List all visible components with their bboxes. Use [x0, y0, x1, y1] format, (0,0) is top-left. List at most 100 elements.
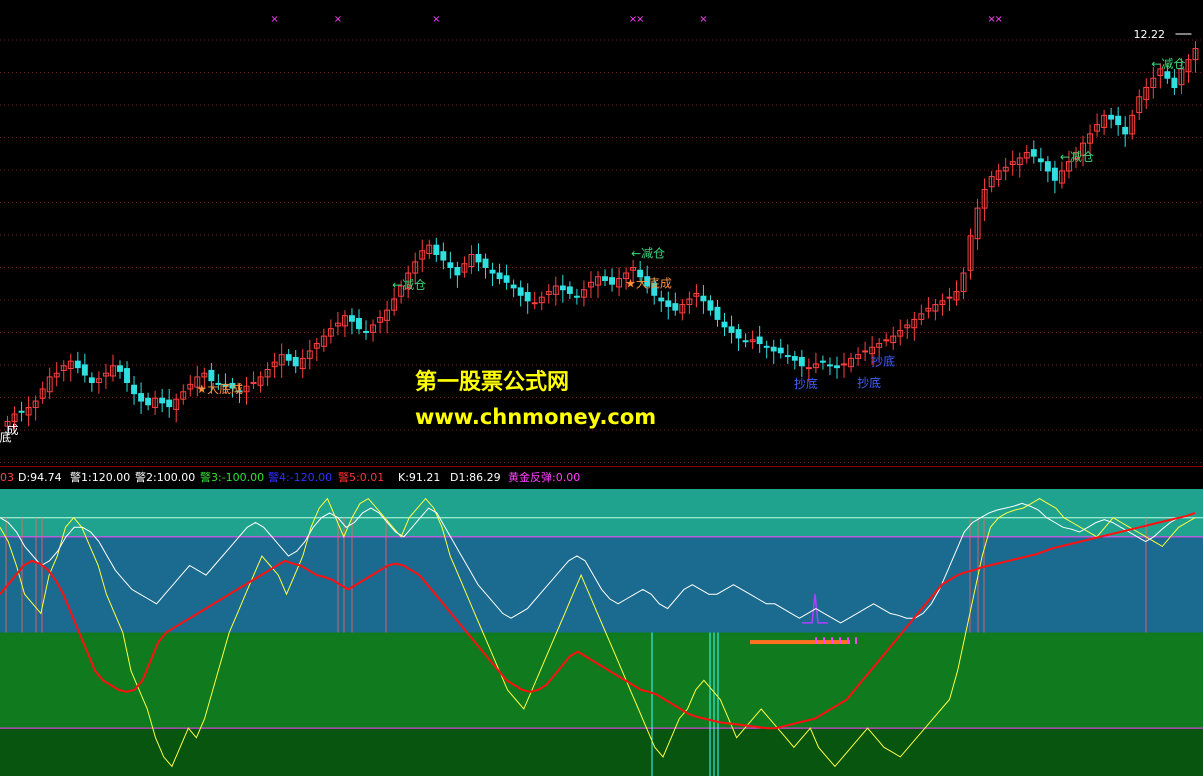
candle-body [363, 330, 369, 333]
candle-body [770, 346, 777, 352]
indicator-value: 03 [0, 471, 14, 484]
oscillator-chart [0, 489, 1203, 776]
candle-body [208, 369, 215, 382]
chart-annotation: ←减仓 [631, 246, 665, 260]
candle-body [131, 384, 138, 395]
candle-body [74, 360, 81, 369]
candle-body [798, 356, 805, 367]
orange-bar [750, 640, 850, 645]
indicator-value: 警1:120.00 [70, 471, 131, 484]
candle-body [756, 336, 763, 345]
candle-body [510, 284, 517, 289]
candle-body [348, 315, 355, 322]
candle-body [489, 269, 496, 274]
candle-body [531, 302, 538, 305]
candle-body [517, 287, 524, 296]
chart-annotation: 抄底 [871, 354, 895, 369]
indicator-values-bar: 03 D:94.74 警1:120.00 警2:100.00 警3:-100.00 警4:… [0, 466, 1203, 489]
candle-body [475, 253, 482, 263]
indicator-value: D:94.74 [18, 471, 62, 484]
candle-body [124, 368, 130, 383]
candle-body [700, 295, 707, 302]
zone-band [0, 632, 1203, 729]
candle-body [841, 363, 847, 366]
candle-body [672, 303, 679, 311]
candle-body [946, 296, 953, 299]
candle-body [292, 356, 299, 367]
magenta-tick [855, 637, 857, 644]
candle-body [602, 276, 608, 281]
zone-band [0, 489, 1203, 537]
candle-body [573, 295, 580, 298]
candle-body [763, 345, 770, 348]
candle-body [138, 393, 145, 402]
candle-body [356, 317, 362, 330]
candle-body [728, 326, 735, 333]
candle-body [440, 251, 447, 261]
candle-body [721, 321, 728, 328]
candle-body [862, 350, 869, 353]
candle-body [805, 367, 812, 370]
chart-annotation: 成 [7, 423, 19, 437]
chart-annotation: ★大底成 [625, 275, 672, 290]
candle-body [658, 297, 665, 302]
candle-body [1164, 71, 1171, 79]
candle-body [559, 285, 566, 291]
candle-body [1122, 126, 1129, 135]
watermark-url: www.chnmoney.com [415, 405, 657, 429]
candle-body [159, 397, 166, 404]
candle-body [707, 300, 714, 311]
candle-body [742, 340, 749, 343]
candle-body [566, 286, 573, 294]
chart-annotation: ←减仓 [1060, 150, 1094, 164]
candle-body [503, 275, 510, 283]
candle-body [88, 377, 95, 383]
last-price-label: 12.22 [1133, 28, 1165, 41]
watermark-title: 第一股票公式网 [415, 370, 570, 395]
magenta-tick [847, 637, 849, 644]
indicator-value: 警5:0.01 [338, 471, 385, 484]
price-candlestick-chart: × × × ×× × ××底成★大底成←减仓←减仓★大底成抄底 抄底抄底←减仓←减仓12.2… [0, 0, 1203, 466]
candle-body [777, 347, 784, 354]
candle-body [819, 360, 826, 363]
indicator-value: K:91.21 [398, 471, 441, 484]
candle-body [250, 381, 257, 384]
candle-body [117, 365, 123, 372]
candle-body [665, 300, 672, 307]
candle-body [433, 244, 440, 255]
indicator-value: 警4:-120.00 [268, 471, 333, 484]
candle-body [1030, 149, 1037, 157]
candle-body [145, 397, 152, 406]
candle-body [1051, 167, 1058, 181]
candle-body [826, 364, 833, 367]
candle-body [285, 354, 292, 361]
chart-annotation: ★大底成 [196, 381, 243, 396]
chart-annotation: ←减仓 [392, 278, 426, 292]
candle-body [834, 365, 840, 369]
candle-body [1037, 158, 1044, 163]
magenta-tick [823, 637, 825, 644]
indicator-value: 警3:-100.00 [200, 471, 265, 484]
chart-annotation: 抄底 [794, 376, 818, 391]
chart-annotation: ←减仓 [1151, 57, 1185, 71]
candle-body [784, 355, 791, 358]
top-marker: × [636, 14, 644, 25]
candle-body [735, 329, 742, 339]
top-marker: × [432, 14, 440, 25]
candle-body [609, 277, 616, 285]
top-marker: × [699, 14, 707, 25]
top-marker: × [270, 14, 278, 25]
zone-band [0, 728, 1203, 776]
magenta-tick [815, 637, 817, 644]
candle-body [482, 258, 489, 268]
candle-body [496, 272, 503, 280]
candle-body [454, 266, 461, 276]
chart-annotation: 抄底 [857, 375, 881, 390]
top-marker: × [334, 14, 342, 25]
candle-body [1115, 115, 1122, 126]
candle-body [81, 364, 88, 376]
magenta-tick [831, 637, 833, 644]
indicator-value: 黄金反弹:0.00 [508, 471, 581, 484]
candle-body [447, 262, 454, 268]
candle-body [883, 339, 890, 342]
